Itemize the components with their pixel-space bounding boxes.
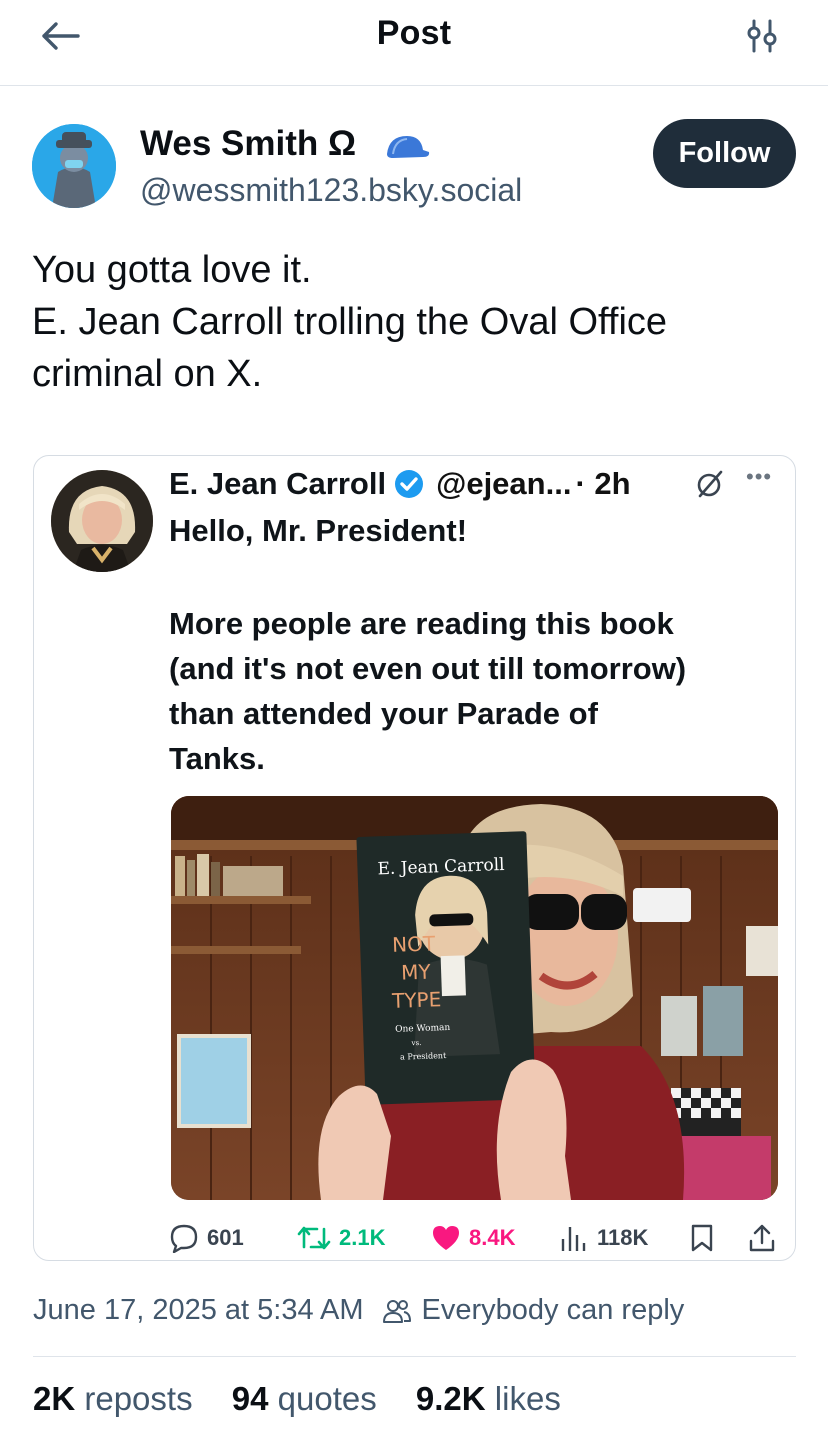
author-handle[interactable]: @wessmith123.bsky.social bbox=[140, 172, 522, 209]
reply-count: 601 bbox=[207, 1225, 244, 1250]
bookmark-action[interactable] bbox=[689, 1218, 723, 1258]
embed-body-line: More people are reading this book bbox=[169, 606, 674, 641]
more-icon: ••• bbox=[746, 464, 773, 489]
follow-button[interactable]: Follow bbox=[653, 119, 796, 188]
embed-timestamp: · 2h bbox=[575, 466, 631, 501]
author-display-name[interactable]: Wes Smith Ω bbox=[140, 124, 356, 164]
page-title: Post bbox=[376, 14, 452, 52]
sliders-icon bbox=[747, 19, 777, 53]
engagement-stats: 2K reposts 94 quotes 9.2K likes bbox=[33, 1380, 591, 1418]
embed-body-line: than attended your Parade of bbox=[169, 696, 598, 731]
repost-count: 2.1K bbox=[339, 1225, 386, 1250]
like-action[interactable]: 8.4K bbox=[431, 1218, 515, 1258]
post-text-line: You gotta love it. bbox=[32, 249, 312, 291]
post-timestamp: June 17, 2025 at 5:34 AM bbox=[33, 1294, 364, 1326]
repost-icon bbox=[297, 1226, 331, 1250]
share-icon bbox=[749, 1224, 775, 1252]
views-count: 118K bbox=[597, 1225, 649, 1250]
repost-action[interactable]: 2.1K bbox=[297, 1218, 385, 1258]
reposts-stat[interactable]: 2K reposts bbox=[33, 1380, 193, 1417]
book-title-line: NOT bbox=[392, 931, 437, 957]
bookmark-icon bbox=[691, 1224, 713, 1252]
divider bbox=[33, 1356, 796, 1357]
embed-action-bar: 601 2.1K 8.4K 118K bbox=[169, 1218, 784, 1258]
embed-author-name: E. Jean Carroll bbox=[169, 466, 387, 501]
comment-icon bbox=[170, 1224, 198, 1253]
blue-cap-icon bbox=[387, 136, 430, 158]
book-subtitle-line: vs. bbox=[410, 1039, 421, 1047]
verified-badge-icon bbox=[395, 470, 424, 498]
share-action[interactable] bbox=[747, 1218, 785, 1258]
post-meta: June 17, 2025 at 5:34 AM Everybody can r… bbox=[33, 1294, 684, 1327]
embed-photo[interactable]: E. Jean Carroll NOT MY TYPE One Woman vs… bbox=[171, 796, 778, 1200]
post-text-line: E. Jean Carroll trolling the Oval Office bbox=[32, 301, 668, 343]
heart-icon bbox=[433, 1226, 459, 1250]
reply-setting[interactable]: Everybody can reply bbox=[422, 1294, 685, 1327]
post-text-line: criminal on X. bbox=[32, 353, 263, 395]
embed-body-line: Tanks. bbox=[169, 741, 265, 776]
reply-action[interactable]: 601 bbox=[169, 1218, 244, 1258]
book-subtitle-line: a President bbox=[400, 1051, 447, 1062]
grok-icon bbox=[697, 470, 723, 498]
top-bar: Post bbox=[0, 0, 828, 86]
book-photo-illustration: E. Jean Carroll NOT MY TYPE One Woman vs… bbox=[171, 796, 778, 1200]
embed-body-line: Hello, Mr. President! bbox=[169, 513, 468, 548]
book-subtitle-line: One Woman bbox=[395, 1023, 451, 1035]
people-icon bbox=[382, 1299, 411, 1323]
embed-avatar-image bbox=[51, 470, 153, 572]
book-title-line: TYPE bbox=[391, 987, 442, 1013]
embedded-image[interactable]: E. Jean Carroll @ejean... · 2h ••• Hello… bbox=[33, 455, 796, 1261]
embed-author-handle: @ejean... bbox=[436, 466, 572, 501]
post-text: You gotta love it. E. Jean Carroll troll… bbox=[32, 244, 802, 400]
book-title-line: MY bbox=[401, 960, 432, 985]
likes-stat[interactable]: 9.2K likes bbox=[416, 1380, 561, 1417]
filter-button[interactable] bbox=[740, 16, 784, 56]
like-count: 8.4K bbox=[469, 1225, 516, 1250]
embed-body-line: (and it's not even out till tomorrow) bbox=[169, 651, 687, 686]
embed-header: E. Jean Carroll @ejean... · 2h bbox=[169, 462, 631, 506]
embed-body: Hello, Mr. President! More people are re… bbox=[169, 508, 784, 781]
quotes-stat[interactable]: 94 quotes bbox=[232, 1380, 377, 1417]
views-action[interactable]: 118K bbox=[559, 1218, 648, 1258]
author-avatar[interactable] bbox=[32, 124, 116, 208]
avatar-image bbox=[32, 124, 116, 208]
embed-avatar bbox=[51, 470, 153, 572]
views-icon bbox=[561, 1227, 586, 1251]
